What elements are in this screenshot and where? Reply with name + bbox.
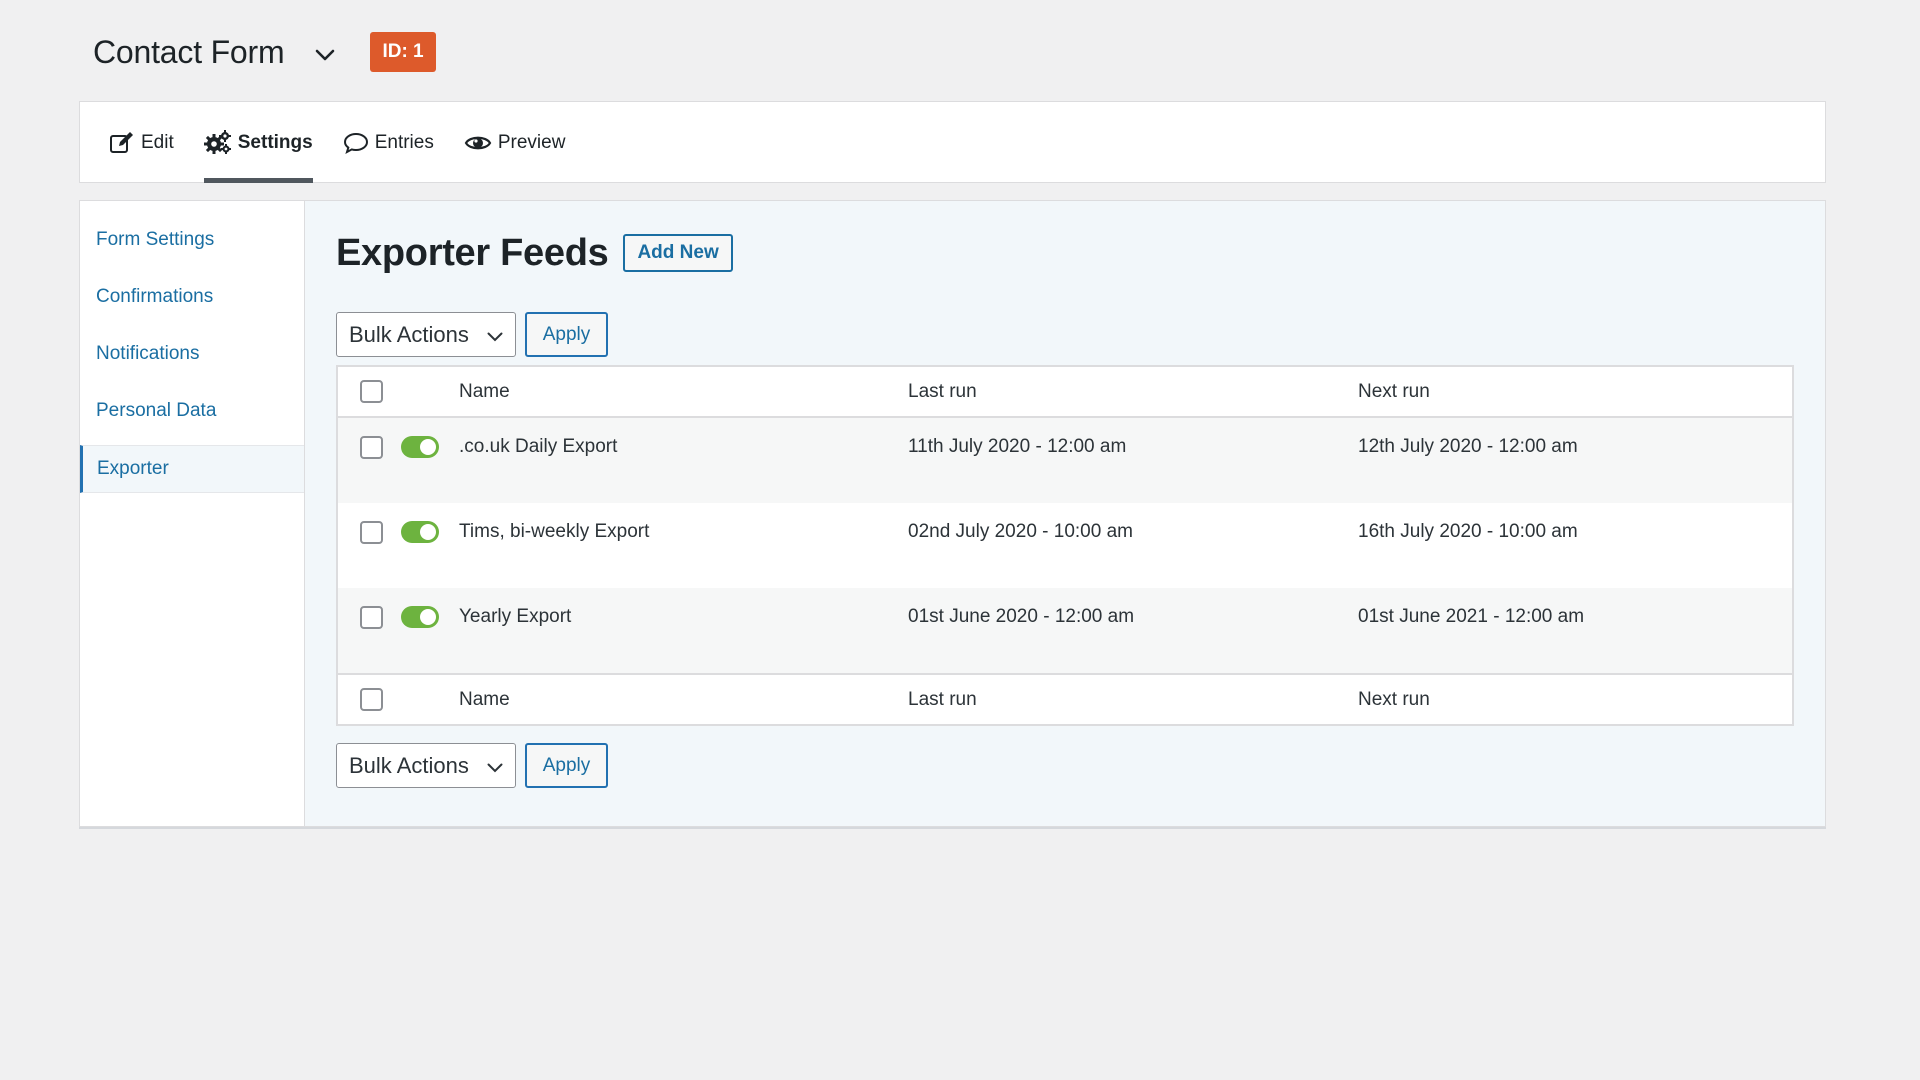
chevron-down-icon bbox=[487, 322, 503, 348]
column-header-next-run: Next run bbox=[1358, 380, 1430, 402]
column-header-name[interactable]: Name bbox=[459, 381, 908, 403]
apply-button[interactable]: Apply bbox=[525, 312, 608, 357]
add-new-button[interactable]: Add New bbox=[623, 234, 733, 272]
column-footer-last-run: Last run bbox=[908, 688, 977, 710]
settings-panel: Form Settings Confirmations Notification… bbox=[79, 200, 1826, 827]
speech-bubble-icon bbox=[343, 131, 369, 155]
row-checkbox[interactable] bbox=[359, 436, 383, 459]
feeds-table: Name Last run Next run .co.uk Daily Expo… bbox=[336, 365, 1794, 726]
chevron-down-icon[interactable] bbox=[314, 44, 336, 66]
column-footer-name[interactable]: Name bbox=[459, 689, 908, 711]
form-id-badge: ID: 1 bbox=[370, 32, 436, 72]
feed-active-toggle[interactable] bbox=[401, 436, 439, 458]
bulk-actions-top: Bulk Actions Apply bbox=[336, 312, 1794, 357]
tab-entries-label: Entries bbox=[374, 132, 434, 153]
feed-active-toggle[interactable] bbox=[401, 521, 439, 543]
sidebar-item-exporter[interactable]: Exporter bbox=[80, 445, 304, 493]
feed-name[interactable]: .co.uk Daily Export bbox=[459, 434, 908, 458]
sidebar-item-form-settings[interactable]: Form Settings bbox=[80, 211, 304, 268]
bulk-actions-value: Bulk Actions bbox=[349, 321, 469, 347]
column-header-last-run: Last run bbox=[908, 380, 977, 402]
feed-last-run: 02nd July 2020 - 10:00 am bbox=[908, 521, 1133, 542]
settings-sidebar: Form Settings Confirmations Notification… bbox=[80, 201, 305, 826]
sidebar-item-personal-data[interactable]: Personal Data bbox=[80, 382, 304, 439]
table-row: Yearly Export 01st June 2020 - 12:00 am … bbox=[338, 588, 1792, 673]
eye-icon bbox=[464, 132, 492, 154]
table-footer-row: Name Last run Next run bbox=[338, 673, 1792, 724]
content-header: Exporter Feeds Add New bbox=[336, 231, 1794, 275]
edit-icon bbox=[109, 131, 135, 155]
column-footer-next-run: Next run bbox=[1358, 688, 1430, 710]
feed-last-run: 01st June 2020 - 12:00 am bbox=[908, 606, 1135, 627]
gear-icon bbox=[203, 130, 232, 156]
table-row: .co.uk Daily Export 11th July 2020 - 12:… bbox=[338, 418, 1792, 503]
bulk-actions-bottom: Bulk Actions Apply bbox=[336, 743, 1794, 788]
select-all-checkbox[interactable] bbox=[359, 380, 383, 403]
bulk-actions-select-bottom[interactable]: Bulk Actions bbox=[336, 743, 516, 788]
form-title: Contact Form bbox=[93, 33, 285, 70]
feed-active-toggle[interactable] bbox=[401, 606, 439, 628]
form-tabs: Edit Settings Entries Preview bbox=[79, 101, 1826, 183]
page-title: Exporter Feeds bbox=[336, 231, 609, 274]
tab-edit[interactable]: Edit bbox=[109, 102, 174, 182]
tab-preview-label: Preview bbox=[497, 132, 566, 153]
bulk-actions-value: Bulk Actions bbox=[349, 752, 469, 778]
feed-name[interactable]: Yearly Export bbox=[459, 604, 908, 628]
feed-next-run: 12th July 2020 - 12:00 am bbox=[1358, 436, 1578, 457]
feed-next-run: 16th July 2020 - 10:00 am bbox=[1358, 521, 1578, 542]
select-all-checkbox-footer[interactable] bbox=[359, 688, 383, 711]
table-row: Tims, bi-weekly Export 02nd July 2020 - … bbox=[338, 503, 1792, 588]
tab-settings[interactable]: Settings bbox=[203, 102, 313, 183]
row-checkbox[interactable] bbox=[359, 606, 383, 629]
apply-button-bottom[interactable]: Apply bbox=[525, 743, 608, 788]
tab-settings-label: Settings bbox=[237, 132, 313, 153]
tab-preview[interactable]: Preview bbox=[464, 102, 566, 182]
feed-name[interactable]: Tims, bi-weekly Export bbox=[459, 519, 908, 543]
sidebar-item-confirmations[interactable]: Confirmations bbox=[80, 268, 304, 325]
feed-next-run: 01st June 2021 - 12:00 am bbox=[1358, 606, 1585, 627]
feed-last-run: 11th July 2020 - 12:00 am bbox=[908, 436, 1127, 457]
tab-entries[interactable]: Entries bbox=[343, 102, 434, 182]
page-header: Contact Form ID: 1 bbox=[93, 30, 436, 74]
tab-edit-label: Edit bbox=[141, 132, 174, 153]
bulk-actions-select[interactable]: Bulk Actions bbox=[336, 312, 516, 357]
row-checkbox[interactable] bbox=[359, 521, 383, 544]
chevron-down-icon bbox=[487, 753, 503, 779]
sidebar-item-notifications[interactable]: Notifications bbox=[80, 325, 304, 382]
exporter-feeds-content: Exporter Feeds Add New Bulk Actions Appl… bbox=[305, 201, 1825, 826]
table-header-row: Name Last run Next run bbox=[338, 367, 1792, 418]
